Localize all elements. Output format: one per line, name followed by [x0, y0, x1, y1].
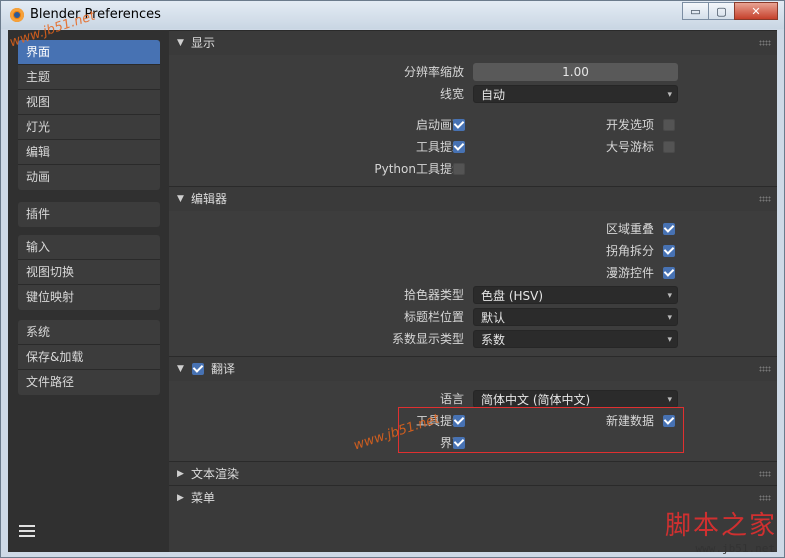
sidebar-group-general: 界面 主题 视图 灯光 编辑 动画 [18, 40, 160, 190]
factor-display-label: 系数显示类型 [391, 332, 464, 346]
drag-grip-icon[interactable] [759, 495, 771, 501]
expanded-triangle-icon: ▼ [177, 38, 184, 48]
header-position-value: 默认 [481, 311, 506, 325]
restore-button[interactable]: ▢ [708, 2, 735, 20]
sidebar-item-save-load[interactable]: 保存&加载 [18, 345, 160, 370]
sidebar-item-animation[interactable]: 动画 [18, 165, 160, 190]
sidebar-item-file-paths[interactable]: 文件路径 [18, 370, 160, 395]
color-picker-dropdown[interactable]: 色盘 (HSV) ▾ [473, 286, 678, 304]
highlight-box [398, 407, 684, 453]
main-panel: ▼ 显示 分辨率缩放 1.00 线宽 自动 ▾ 启动画面 工具提示 Python工… [169, 30, 777, 552]
region-overlap-label: 区域重叠 [605, 222, 654, 236]
panel-body-editors: 区域重叠 拐角拆分 漫游控件 拾色器类型 色盘 (HSV) ▾ 标题栏位置 默认 ▾… [169, 211, 777, 356]
sidebar-item-input[interactable]: 输入 [18, 235, 160, 260]
header-position-dropdown[interactable]: 默认 ▾ [473, 308, 678, 326]
header-position-label: 标题栏位置 [403, 310, 464, 324]
drag-grip-icon[interactable] [759, 366, 771, 372]
site-url-watermark: www.jb51.net [695, 542, 775, 555]
corner-splitting-checkbox[interactable] [663, 245, 675, 257]
panel-body-translation: 语言 简体中文 (简体中文) ▾ 工具提示 界面 新建数据 [169, 381, 777, 461]
expanded-triangle-icon: ▼ [177, 194, 184, 204]
resolution-scale-label: 分辨率缩放 [403, 65, 464, 79]
chevron-down-icon: ▾ [667, 313, 672, 323]
language-label: 语言 [439, 392, 464, 406]
chevron-down-icon: ▾ [667, 90, 672, 100]
large-cursors-label: 大号游标 [605, 140, 654, 154]
sidebar-item-themes[interactable]: 主题 [18, 65, 160, 90]
navigation-controls-checkbox[interactable] [663, 267, 675, 279]
panel-title-editors: 编辑器 [191, 192, 228, 206]
drag-grip-icon[interactable] [759, 471, 771, 477]
developer-extras-label: 开发选项 [605, 118, 654, 132]
chevron-down-icon: ▾ [667, 291, 672, 301]
sidebar-item-addons[interactable]: 插件 [18, 202, 160, 227]
factor-display-value: 系数 [481, 333, 506, 347]
sidebar: 界面 主题 视图 灯光 编辑 动画 插件 输入 视图切换 键位映射 系统 保存&… [8, 30, 169, 552]
preferences-client: 界面 主题 视图 灯光 编辑 动画 插件 输入 视图切换 键位映射 系统 保存&… [8, 30, 777, 552]
expanded-triangle-icon: ▼ [177, 364, 184, 374]
large-cursors-checkbox[interactable] [663, 141, 675, 153]
sidebar-item-lights[interactable]: 灯光 [18, 115, 160, 140]
title-bar[interactable]: Blender Preferences ▭ ▢ ✕ [1, 1, 784, 29]
tooltips-checkbox[interactable] [453, 141, 465, 153]
python-tooltips-label: Python工具提示 [374, 162, 464, 176]
sidebar-item-editing[interactable]: 编辑 [18, 140, 160, 165]
python-tooltips-checkbox[interactable] [453, 163, 465, 175]
sidebar-item-keymap[interactable]: 键位映射 [18, 285, 160, 310]
panel-title-text-rendering: 文本渲染 [191, 467, 240, 481]
drag-grip-icon[interactable] [759, 196, 771, 202]
sidebar-item-system[interactable]: 系统 [18, 320, 160, 345]
site-logo-watermark: 脚本之家 [664, 511, 777, 541]
language-value: 简体中文 (简体中文) [481, 393, 591, 407]
close-button[interactable]: ✕ [734, 2, 778, 20]
color-picker-value: 色盘 (HSV) [481, 289, 544, 303]
resolution-scale-field[interactable]: 1.00 [473, 63, 678, 81]
line-width-dropdown[interactable]: 自动 ▾ [473, 85, 678, 103]
panel-header-display[interactable]: ▼ 显示 [169, 30, 777, 55]
blender-logo-icon [10, 8, 24, 22]
sidebar-item-navigation[interactable]: 视图切换 [18, 260, 160, 285]
collapsed-triangle-icon: ▶ [177, 469, 184, 479]
corner-splitting-label: 拐角拆分 [605, 244, 654, 258]
language-dropdown[interactable]: 简体中文 (简体中文) ▾ [473, 390, 678, 408]
translation-enable-checkbox[interactable] [192, 363, 204, 375]
panel-header-translation[interactable]: ▼ 翻译 [169, 356, 777, 381]
navigation-controls-label: 漫游控件 [605, 266, 654, 280]
panel-title-translation: 翻译 [211, 362, 236, 376]
panel-body-display: 分辨率缩放 1.00 线宽 自动 ▾ 启动画面 工具提示 Python工具提示 开… [169, 55, 777, 190]
region-overlap-checkbox[interactable] [663, 223, 675, 235]
factor-display-dropdown[interactable]: 系数 ▾ [473, 330, 678, 348]
minimize-button[interactable]: ▭ [682, 2, 709, 20]
color-picker-label: 拾色器类型 [403, 288, 464, 302]
chevron-down-icon: ▾ [667, 335, 672, 345]
sidebar-group-addons: 插件 [18, 202, 160, 227]
window-controls: ▭ ▢ ✕ [682, 2, 778, 20]
developer-extras-checkbox[interactable] [663, 119, 675, 131]
panel-title-display: 显示 [191, 36, 216, 50]
splash-checkbox[interactable] [453, 119, 465, 131]
line-width-value: 自动 [481, 88, 506, 102]
panel-header-text-rendering[interactable]: ▶ 文本渲染 [169, 461, 777, 486]
line-width-label: 线宽 [439, 87, 464, 101]
preferences-window: Blender Preferences ▭ ▢ ✕ 界面 主题 视图 灯光 编辑… [0, 0, 785, 558]
panel-header-editors[interactable]: ▼ 编辑器 [169, 186, 777, 211]
panel-title-menus: 菜单 [191, 491, 216, 505]
hamburger-menu-icon[interactable] [19, 525, 35, 539]
drag-grip-icon[interactable] [759, 40, 771, 46]
sidebar-item-interface[interactable]: 界面 [18, 40, 160, 65]
collapsed-triangle-icon: ▶ [177, 493, 184, 503]
sidebar-group-system: 系统 保存&加载 文件路径 [18, 320, 160, 395]
sidebar-group-input: 输入 视图切换 键位映射 [18, 235, 160, 310]
sidebar-item-viewport[interactable]: 视图 [18, 90, 160, 115]
